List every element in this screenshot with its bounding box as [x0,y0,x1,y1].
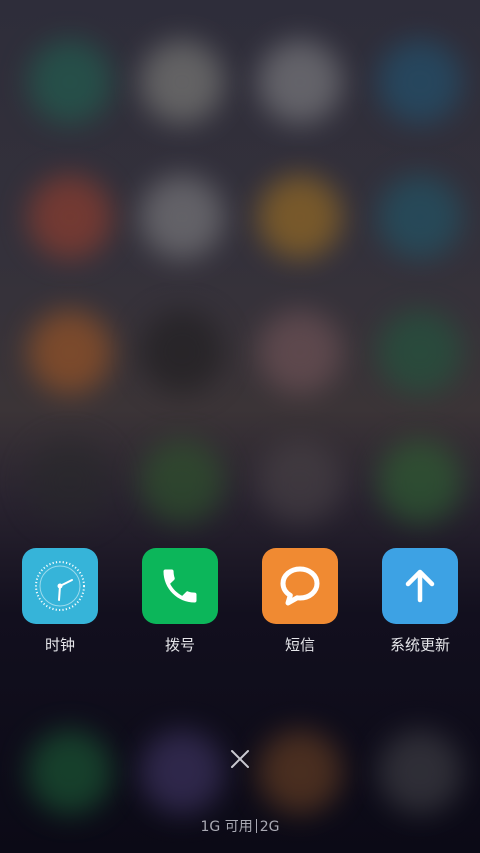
recent-app-label: 时钟 [44,636,75,654]
blurred-app [140,40,224,124]
blurred-app [28,175,112,259]
blurred-app [258,175,342,259]
blurred-app [140,175,224,259]
blurred-app [28,310,112,394]
blurred-app [28,40,112,124]
message-icon [280,566,320,606]
memory-available: 1G 可用 [200,819,253,835]
message-app-icon[interactable] [262,548,338,624]
clock-icon [35,561,85,611]
recent-app-label: 拨号 [164,636,195,654]
phone-app-icon[interactable] [142,548,218,624]
blurred-app [140,310,224,394]
recent-apps-row: 时钟 拨号 短信 系统更新 [0,548,480,658]
arrow-up-icon [405,569,435,603]
clock-app-icon[interactable] [22,548,98,624]
blurred-wallpaper-background [0,0,480,853]
blurred-app [140,730,224,814]
close-icon [231,750,249,768]
memory-total: 2G [259,819,280,835]
clear-recents-button[interactable] [225,744,255,774]
blurred-app [28,730,112,814]
blurred-app [378,40,462,124]
blurred-app [140,440,224,524]
blurred-app [28,440,112,524]
blurred-app [258,310,342,394]
blurred-app [258,40,342,124]
blurred-app [378,730,462,814]
blurred-app [258,440,342,524]
memory-divider [255,819,257,833]
recent-app-system-update[interactable]: 系统更新 [370,548,470,655]
recent-app-label: 短信 [284,636,315,654]
phone-icon [163,569,197,603]
blurred-app [258,730,342,814]
recent-app-clock[interactable]: 时钟 [10,548,110,655]
memory-status: 1G 可用 2G [0,816,480,836]
recent-app-label: 系统更新 [389,636,450,654]
blurred-app [378,310,462,394]
blurred-app [378,175,462,259]
blurred-app [378,440,462,524]
system-update-app-icon[interactable] [382,548,458,624]
recent-app-messages[interactable]: 短信 [250,548,350,655]
recent-app-phone[interactable]: 拨号 [130,548,230,655]
